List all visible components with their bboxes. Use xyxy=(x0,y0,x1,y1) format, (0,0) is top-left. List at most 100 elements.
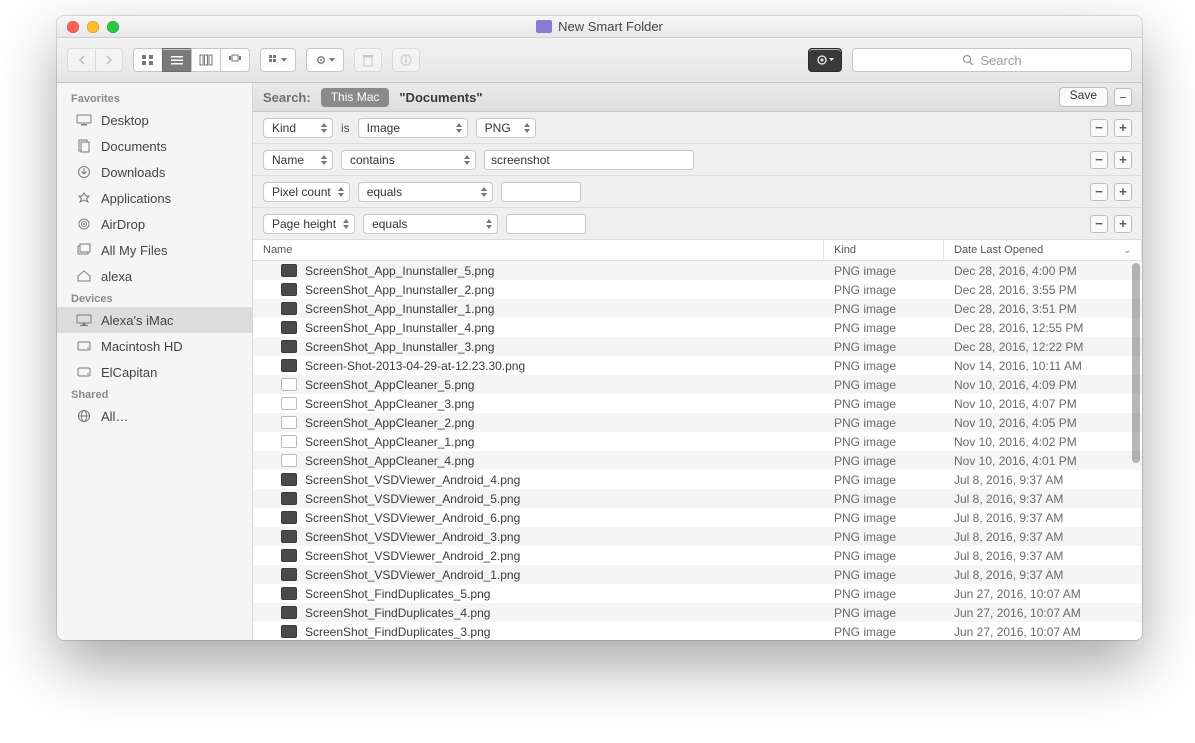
table-row[interactable]: ScreenShot_FindDuplicates_4.pngPNG image… xyxy=(253,603,1142,622)
criteria-attribute-select[interactable]: Name xyxy=(263,150,333,170)
file-name: ScreenShot_App_Inunstaller_5.png xyxy=(305,264,494,278)
file-date: Jun 27, 2016, 10:07 AM xyxy=(944,587,1142,601)
applications-icon xyxy=(75,191,93,205)
sidebar-item-label: Desktop xyxy=(101,113,149,128)
criteria-add-button[interactable]: + xyxy=(1114,151,1132,169)
file-name: ScreenShot_AppCleaner_3.png xyxy=(305,397,474,411)
table-row[interactable]: ScreenShot_VSDViewer_Android_2.pngPNG im… xyxy=(253,546,1142,565)
view-icons-button[interactable] xyxy=(133,48,162,72)
file-kind: PNG image xyxy=(824,359,944,373)
forward-button[interactable] xyxy=(95,48,123,72)
criteria-remove-button[interactable]: − xyxy=(1090,215,1108,233)
file-icon xyxy=(281,587,297,600)
criteria-remove-button[interactable]: − xyxy=(1090,119,1108,137)
scrollbar-thumb[interactable] xyxy=(1132,263,1140,463)
search-placeholder: Search xyxy=(980,53,1021,68)
table-row[interactable]: ScreenShot_AppCleaner_1.pngPNG imageNov … xyxy=(253,432,1142,451)
file-icon xyxy=(281,302,297,315)
sidebar-item-label: ElCapitan xyxy=(101,365,157,380)
file-date: Dec 28, 2016, 4:00 PM xyxy=(944,264,1142,278)
col-date[interactable]: Date Last Opened ⌄ xyxy=(944,240,1142,260)
table-row[interactable]: ScreenShot_App_Inunstaller_3.pngPNG imag… xyxy=(253,337,1142,356)
table-row[interactable]: ScreenShot_AppCleaner_3.pngPNG imageNov … xyxy=(253,394,1142,413)
view-list-button[interactable] xyxy=(162,48,191,72)
share-extension-button[interactable] xyxy=(808,48,842,72)
criteria-subvalue-select[interactable]: PNG xyxy=(476,118,536,138)
sidebar-item[interactable]: Downloads xyxy=(57,159,252,185)
file-date: Nov 10, 2016, 4:07 PM xyxy=(944,397,1142,411)
info-button[interactable] xyxy=(392,48,420,72)
action-button[interactable] xyxy=(306,48,344,72)
table-row[interactable]: ScreenShot_VSDViewer_Android_4.pngPNG im… xyxy=(253,470,1142,489)
table-row[interactable]: ScreenShot_FindDuplicates_3.pngPNG image… xyxy=(253,622,1142,640)
sidebar-item-label: Alexa's iMac xyxy=(101,313,174,328)
criteria-remove-button[interactable]: − xyxy=(1090,151,1108,169)
sidebar-item[interactable]: ElCapitan xyxy=(57,359,252,385)
sidebar-item[interactable]: All My Files xyxy=(57,237,252,263)
back-button[interactable] xyxy=(67,48,95,72)
file-kind: PNG image xyxy=(824,587,944,601)
criteria-text-input[interactable] xyxy=(501,182,581,202)
table-row[interactable]: ScreenShot_AppCleaner_2.pngPNG imageNov … xyxy=(253,413,1142,432)
table-row[interactable]: ScreenShot_App_Inunstaller_1.pngPNG imag… xyxy=(253,299,1142,318)
sidebar-item[interactable]: Documents xyxy=(57,133,252,159)
remove-scope-button[interactable]: − xyxy=(1114,88,1132,106)
criteria-op-select[interactable]: equals xyxy=(363,214,498,234)
criteria-value-select[interactable]: Image xyxy=(358,118,468,138)
zoom-window-button[interactable] xyxy=(107,21,119,33)
sidebar-item[interactable]: AirDrop xyxy=(57,211,252,237)
criteria-attribute-select[interactable]: Page height xyxy=(263,214,355,234)
table-row[interactable]: ScreenShot_App_Inunstaller_2.pngPNG imag… xyxy=(253,280,1142,299)
criteria-add-button[interactable]: + xyxy=(1114,215,1132,233)
criteria-text-input[interactable]: screenshot xyxy=(484,150,694,170)
criteria-attribute-select[interactable]: Kind xyxy=(263,118,333,138)
criteria-add-button[interactable]: + xyxy=(1114,183,1132,201)
criteria-op-select[interactable]: contains xyxy=(341,150,476,170)
view-coverflow-button[interactable] xyxy=(220,48,250,72)
column-headers: Name Kind Date Last Opened ⌄ xyxy=(253,240,1142,261)
file-name: ScreenShot_AppCleaner_1.png xyxy=(305,435,474,449)
file-list[interactable]: ScreenShot_App_Inunstaller_5.png PNG imag… xyxy=(253,261,1142,640)
save-search-button[interactable]: Save xyxy=(1059,87,1108,107)
table-row[interactable]: ScreenShot_AppCleaner_5.pngPNG imageNov … xyxy=(253,375,1142,394)
view-columns-button[interactable] xyxy=(191,48,220,72)
criteria-text-input[interactable] xyxy=(506,214,586,234)
close-window-button[interactable] xyxy=(67,21,79,33)
sidebar-item[interactable]: Macintosh HD xyxy=(57,333,252,359)
sidebar-item[interactable]: All… xyxy=(57,403,252,429)
sidebar-item[interactable]: Applications xyxy=(57,185,252,211)
table-row[interactable]: ScreenShot_VSDViewer_Android_3.pngPNG im… xyxy=(253,527,1142,546)
col-name[interactable]: Name xyxy=(253,240,824,260)
arrange-button[interactable] xyxy=(260,48,296,72)
window-controls xyxy=(67,21,119,33)
trash-button[interactable] xyxy=(354,48,382,72)
criteria-attribute-select[interactable]: Pixel count xyxy=(263,182,350,202)
file-kind: PNG image xyxy=(824,454,944,468)
table-row[interactable]: ScreenShot_App_Inunstaller_4.pngPNG imag… xyxy=(253,318,1142,337)
criteria-add-button[interactable]: + xyxy=(1114,119,1132,137)
scope-documents[interactable]: "Documents" xyxy=(399,90,482,105)
scope-this-mac[interactable]: This Mac xyxy=(321,88,390,107)
table-row[interactable]: ScreenShot_FindDuplicates_5.pngPNG image… xyxy=(253,584,1142,603)
sidebar-item-label: Applications xyxy=(101,191,171,206)
table-row[interactable]: ScreenShot_VSDViewer_Android_5.pngPNG im… xyxy=(253,489,1142,508)
sidebar-item[interactable]: Desktop xyxy=(57,107,252,133)
sidebar-item[interactable]: Alexa's iMac xyxy=(57,307,252,333)
search-icon xyxy=(962,54,974,66)
file-date: Nov 10, 2016, 4:02 PM xyxy=(944,435,1142,449)
file-icon xyxy=(281,283,297,296)
table-row[interactable]: Screen-Shot-2013-04-29-at-12.23.30.pngPN… xyxy=(253,356,1142,375)
file-date: Jul 8, 2016, 9:37 AM xyxy=(944,473,1142,487)
table-row[interactable]: ScreenShot_AppCleaner_4.pngPNG imageNov … xyxy=(253,451,1142,470)
col-kind[interactable]: Kind xyxy=(824,240,944,260)
window-title: New Smart Folder xyxy=(536,19,663,34)
sidebar-item[interactable]: alexa xyxy=(57,263,252,289)
table-row[interactable]: ScreenShot_App_Inunstaller_5.pngPNG imag… xyxy=(253,261,1142,280)
criteria-remove-button[interactable]: − xyxy=(1090,183,1108,201)
minimize-window-button[interactable] xyxy=(87,21,99,33)
table-row[interactable]: ScreenShot_VSDViewer_Android_6.pngPNG im… xyxy=(253,508,1142,527)
window-title-text: New Smart Folder xyxy=(558,19,663,34)
search-field[interactable]: Search xyxy=(852,48,1132,72)
table-row[interactable]: ScreenShot_VSDViewer_Android_1.pngPNG im… xyxy=(253,565,1142,584)
criteria-op-select[interactable]: equals xyxy=(358,182,493,202)
